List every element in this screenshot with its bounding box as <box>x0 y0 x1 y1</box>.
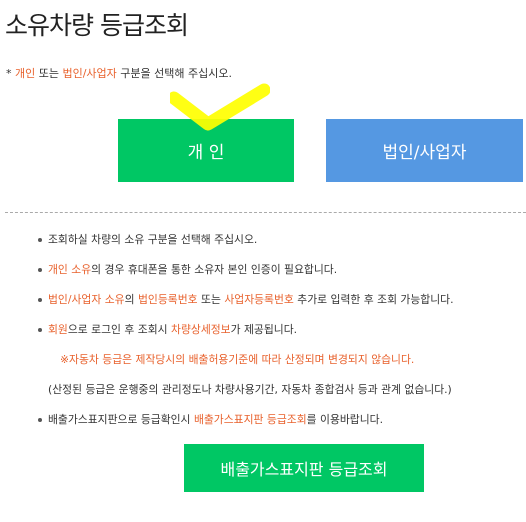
notice-warning: ※자동차 등급은 제작당시의 배출허용기준에 따라 산정되며 변경되지 않습니다… <box>36 353 526 367</box>
warning-text: ※자동차 등급은 제작당시의 배출허용기준에 따라 산정되며 변경되지 않습니다… <box>60 353 415 366</box>
notice-highlight: 개인 소유 <box>48 263 92 276</box>
notice-item-business: 법인/사업자 소유의 법인등록번호 또는 사업자등록번호 추가로 입력한 후 조… <box>36 293 526 307</box>
notice-text: 가 제공됩니다. <box>230 323 298 336</box>
business-button[interactable]: 법인/사업자 <box>326 119 523 182</box>
selection-instruction: * 개인 또는 법인/사업자 구분을 선택해 주십시오. <box>6 65 232 81</box>
check-mark-icon <box>170 83 270 131</box>
instruction-or: 또는 <box>35 67 63 80</box>
notice-text: 배출가스표지판으로 등급확인시 <box>48 413 194 426</box>
emission-lookup-button[interactable]: 배출가스표지판 등급조회 <box>184 444 424 492</box>
notice-list: 조회하실 차량의 소유 구분을 선택해 주십시오. 개인 소유의 경우 휴대폰을… <box>36 233 526 443</box>
notice-item-select: 조회하실 차량의 소유 구분을 선택해 주십시오. <box>36 233 526 247</box>
notice-text: 으로 로그인 후 조회시 <box>67 323 172 336</box>
notice-text: 추가로 입력한 후 조회 가능합니다. <box>293 293 454 306</box>
notice-highlight: 차량상세정보 <box>171 323 231 336</box>
notice-highlight: 법인등록번호 <box>137 293 198 306</box>
notice-highlight: 회원 <box>48 323 68 336</box>
notice-highlight: 사업자등록번호 <box>224 293 294 306</box>
page-title: 소유차량 등급조회 <box>5 11 189 40</box>
notice-item-emission: 배출가스표지판으로 등급확인시 배출가스표지판 등급조회를 이용바랍니다. <box>36 413 526 427</box>
instruction-tail: 구분을 선택해 주십시오. <box>116 67 232 80</box>
notice-text: 를 이용바랍니다. <box>306 413 384 426</box>
notice-text: 조회하실 차량의 소유 구분을 선택해 주십시오. <box>48 233 258 246</box>
notice-text: 또는 <box>197 293 225 306</box>
notice-text: 의 경우 휴대폰을 통한 소유자 본인 인증이 필요합니다. <box>91 263 338 276</box>
asterisk: * <box>6 67 15 80</box>
notice-text: 의 <box>124 293 138 306</box>
notice-highlight: 배출가스표지판 등급조회 <box>193 413 307 426</box>
parenthetical-text: (산정된 등급은 운행중의 관리정도나 차량사용기간, 자동차 종합검사 등과 … <box>48 383 452 396</box>
instruction-personal: 개인 <box>15 67 36 80</box>
dashed-divider <box>5 212 526 213</box>
notice-parenthetical: (산정된 등급은 운행중의 관리정도나 차량사용기간, 자동차 종합검사 등과 … <box>36 383 526 397</box>
notice-item-member: 회원으로 로그인 후 조회시 차량상세정보가 제공됩니다. <box>36 323 526 337</box>
instruction-business: 법인/사업자 <box>62 67 117 80</box>
notice-item-personal: 개인 소유의 경우 휴대폰을 통한 소유자 본인 인증이 필요합니다. <box>36 263 526 277</box>
notice-highlight: 법인/사업자 소유 <box>48 293 125 306</box>
